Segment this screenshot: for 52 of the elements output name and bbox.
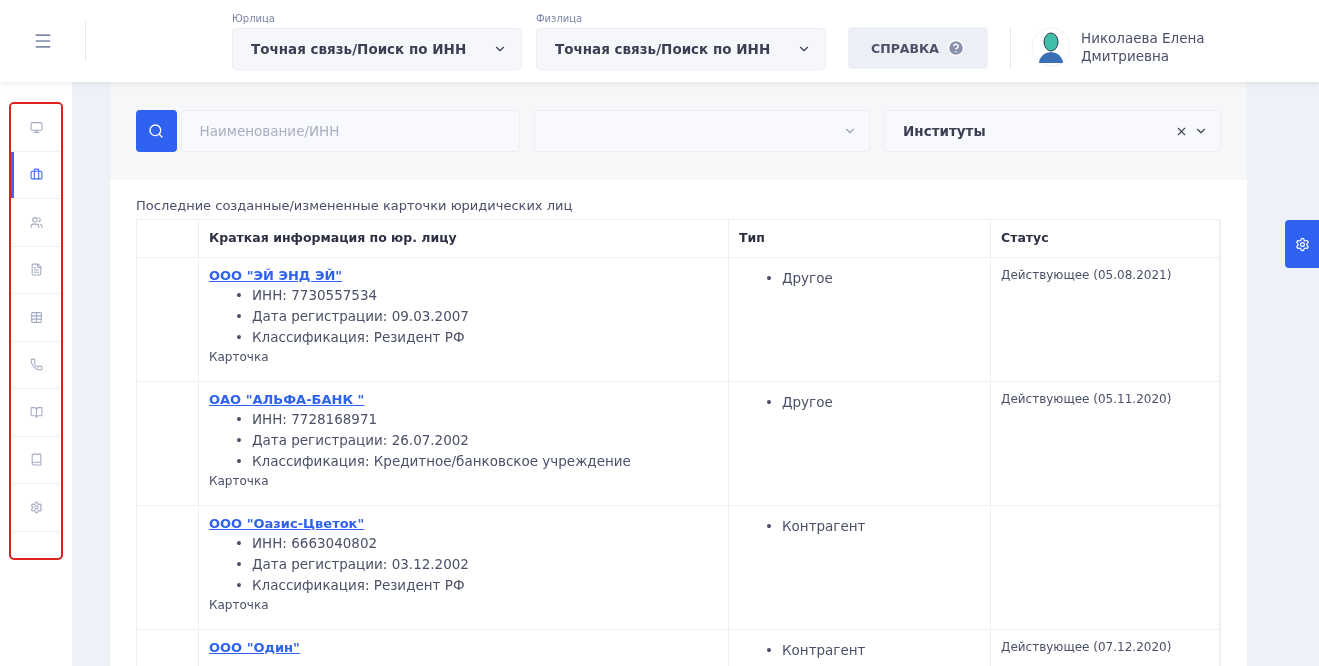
monitor-icon [29,120,43,134]
category-select[interactable]: Институты [884,110,1221,152]
search-field[interactable]: Наименование/ИНН [180,110,520,152]
book-icon [29,453,43,467]
company-detail: • Дата регистрации: 26.07.2002 [235,431,469,450]
company-detail: • Дата регистрации: 03.12.2002 [235,555,469,574]
settings-icon [29,500,43,514]
sidebar-item[interactable] [11,151,61,199]
company-status: Действующее (05.08.2021) [1001,268,1172,282]
company-detail: • ИНН: 7728168971 [235,410,378,429]
company-type: • Контрагент [765,641,866,660]
company-detail: • ИНН: 7730557534 [235,286,378,305]
select-label: Юрлица [232,12,275,24]
company-detail: • ИНН: 6663040802 [235,534,378,553]
column-header: Краткая информация по юр. лицу [209,230,457,245]
search-mode-select[interactable]: Точная связь/Поиск по ИНН [232,27,522,70]
company-type: • Другое [765,393,833,412]
settings-tab[interactable] [1285,220,1319,268]
company-detail: • Классификация: Резидент РФ [235,576,465,595]
company-type: • Контрагент [765,517,866,536]
card-label: Карточка [209,598,269,612]
company-link[interactable]: ОАО "АЛЬФА-БАНК " [209,392,365,407]
company-detail: • Классификация: Кредитное/банковское учреждение [235,452,631,471]
search-icon [148,123,165,139]
company-status: Действующее (07.12.2020) [1001,640,1172,654]
phone-icon [29,358,43,372]
company-type: • Другое [765,269,833,288]
table-caption: Последние созданные/измененные карточки юридических лиц [136,198,574,213]
company-detail: • Дата регистрации: 09.03.2007 [235,307,469,326]
company-detail: • Классификация: Резидент РФ [235,328,465,347]
column-header: Тип [739,230,765,245]
select-label: Физлица [536,12,583,24]
search-button[interactable] [136,110,177,152]
table-icon [29,310,43,324]
briefcase-icon [29,168,43,182]
avatar-icon [1031,27,1071,67]
user-name: Николаева Елена Дмитриевна [1081,28,1206,66]
company-link[interactable]: ООО "Один" [209,640,300,655]
settings-icon [1294,236,1310,252]
help-icon [946,39,965,57]
card-label: Карточка [209,350,269,364]
company-link[interactable]: ООО "Оазис-Цветок" [209,516,365,531]
search-mode-select[interactable]: Точная связь/Поиск по ИНН [536,27,826,70]
card-label: Карточка [209,474,269,488]
company-status: Действующее (05.11.2020) [1001,392,1172,406]
filter-select[interactable] [533,110,870,152]
column-header: Статус [1001,230,1049,245]
users-icon [29,215,43,229]
file-icon [29,263,43,277]
help-button[interactable]: СПРАВКА [848,27,988,69]
book-open-icon [29,405,43,419]
company-link[interactable]: ООО "ЭЙ ЭНД ЭЙ" [209,268,343,283]
